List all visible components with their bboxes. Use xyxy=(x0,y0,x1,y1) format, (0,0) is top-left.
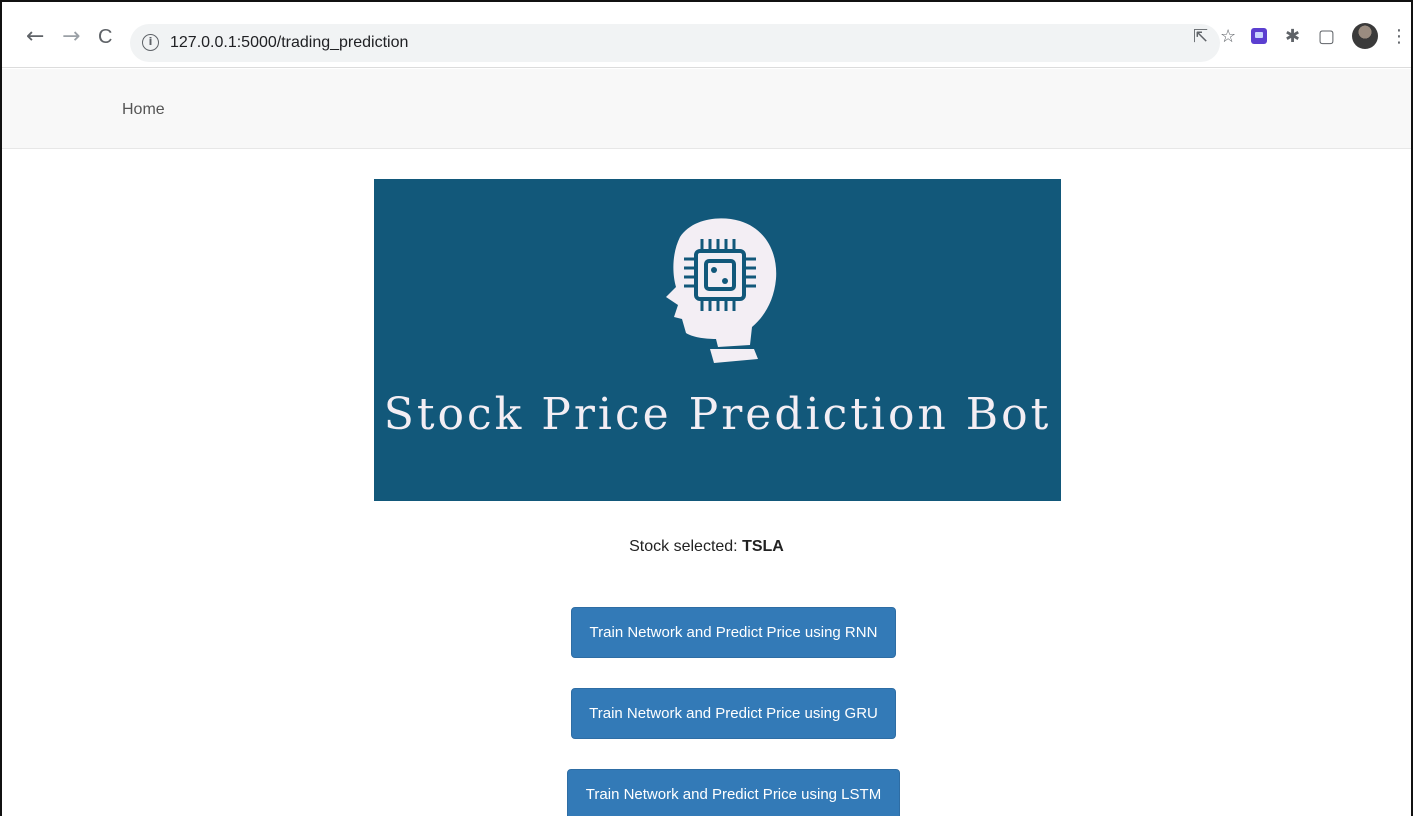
stock-selected-label: Stock selected: xyxy=(629,538,738,555)
share-icon[interactable]: ⇱ xyxy=(1193,28,1208,46)
navbar: Home xyxy=(2,69,1411,149)
menu-icon[interactable]: ⋮ xyxy=(1390,28,1408,46)
reload-button[interactable]: C xyxy=(98,26,112,48)
stock-selected-text: Stock selected: TSLA xyxy=(0,538,1413,556)
banner-title: Stock Price Prediction Bot xyxy=(384,389,1052,440)
back-button[interactable]: ← xyxy=(26,26,44,48)
nav-home-link[interactable]: Home xyxy=(122,101,165,119)
site-info-icon[interactable]: i xyxy=(142,34,159,51)
puzzle-icon[interactable]: ✱ xyxy=(1285,28,1300,46)
stock-symbol: TSLA xyxy=(742,538,784,555)
extension-icon[interactable] xyxy=(1251,28,1267,44)
star-icon[interactable]: ☆ xyxy=(1220,28,1236,46)
chip-dot-icon xyxy=(722,278,728,284)
banner-image: Stock Price Prediction Bot xyxy=(374,179,1061,501)
train-rnn-button[interactable]: Train Network and Predict Price using RN… xyxy=(571,607,896,658)
train-gru-button[interactable]: Train Network and Predict Price using GR… xyxy=(571,688,896,739)
avatar[interactable] xyxy=(1352,23,1378,49)
sidebar-icon[interactable]: ▢ xyxy=(1318,28,1335,46)
address-bar[interactable]: i 127.0.0.1:5000/trading_prediction xyxy=(130,24,1220,62)
chip-dot-icon xyxy=(711,267,717,273)
head-silhouette-icon xyxy=(666,218,777,347)
head-with-chip-icon: Stock Price Prediction Bot xyxy=(384,218,1052,440)
neck-icon xyxy=(710,349,758,363)
train-lstm-button[interactable]: Train Network and Predict Price using LS… xyxy=(567,769,900,816)
browser-toolbar: ← → C i 127.0.0.1:5000/trading_predictio… xyxy=(0,0,1413,68)
forward-button[interactable]: → xyxy=(62,26,80,48)
url-text[interactable]: 127.0.0.1:5000/trading_prediction xyxy=(170,34,408,52)
